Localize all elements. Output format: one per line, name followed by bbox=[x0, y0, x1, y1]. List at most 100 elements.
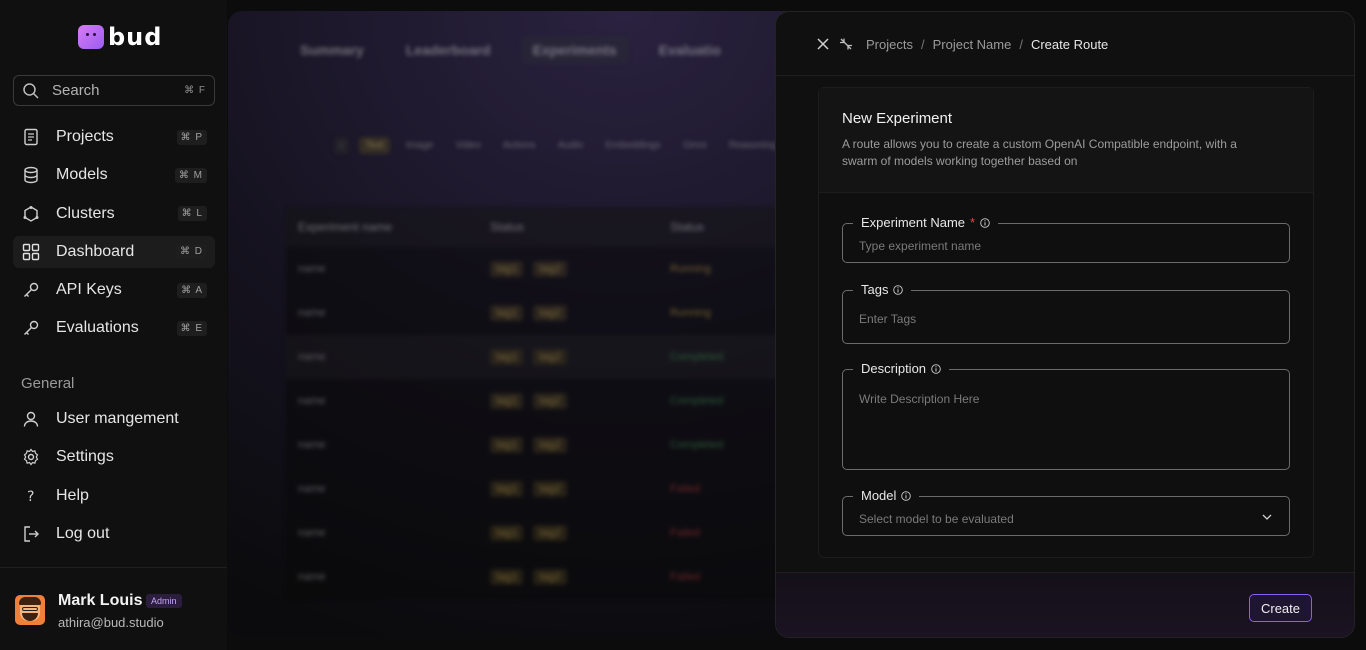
breadcrumb-separator: / bbox=[1019, 37, 1023, 52]
sidebar-item-logout[interactable]: Log out bbox=[13, 518, 215, 550]
table-row[interactable]: name tag1 tag2 Failed bbox=[286, 511, 806, 555]
field-legend: Experiment Name * bbox=[853, 215, 999, 230]
field-label: Description bbox=[861, 361, 927, 376]
table-header: Experiment name Status Status bbox=[286, 207, 806, 247]
database-icon bbox=[21, 165, 41, 185]
sidebar-item-label: User mangement bbox=[56, 410, 179, 427]
sidebar-item-settings[interactable]: Settings bbox=[13, 441, 215, 473]
drawer-footer: Create bbox=[776, 572, 1354, 637]
sidebar-item-help[interactable]: ? Help bbox=[13, 480, 215, 512]
experiment-form-card: New Experiment A route allows you to cre… bbox=[818, 87, 1314, 558]
tag: tag1 bbox=[490, 393, 524, 409]
table-row[interactable]: name tag1 tag2 Running bbox=[286, 291, 806, 335]
tag: tag1 bbox=[490, 305, 524, 321]
avatar bbox=[15, 595, 45, 625]
search-icon bbox=[23, 82, 39, 99]
sidebar-item-models[interactable]: Models ⌘ M bbox=[13, 159, 215, 191]
search-shortcut: ⌘ F bbox=[184, 85, 206, 96]
user-profile[interactable]: Mark Louis Admin athira@bud.studio bbox=[0, 567, 227, 650]
grid-icon bbox=[21, 242, 41, 262]
info-icon[interactable] bbox=[893, 284, 904, 295]
create-experiment-drawer: Projects / Project Name / Create Route N… bbox=[775, 11, 1355, 638]
sidebar: bud Search ⌘ F Projects ⌘ P Models ⌘ M C… bbox=[0, 0, 227, 650]
breadcrumb-project-name[interactable]: Project Name bbox=[933, 37, 1012, 52]
table-row[interactable]: name tag1 tag2 Failed bbox=[286, 555, 806, 599]
shortcut-badge: ⌘ A bbox=[177, 282, 207, 298]
filter-chip[interactable]: Actions bbox=[497, 137, 542, 154]
table-row[interactable]: name tag1 tag2 Completed bbox=[286, 423, 806, 467]
create-button[interactable]: Create bbox=[1249, 594, 1312, 622]
general-nav: User mangement Settings ? Help Log out bbox=[13, 403, 215, 556]
table-row[interactable]: name tag1 tag2 Completed bbox=[286, 335, 806, 379]
close-icon[interactable] bbox=[816, 37, 830, 51]
table-row[interactable]: name tag1 tag2 Running bbox=[286, 247, 806, 291]
tags-field[interactable]: Tags Enter Tags bbox=[842, 282, 1290, 344]
tab-experiments[interactable]: Experiments bbox=[520, 36, 629, 64]
experiment-name-field[interactable]: Experiment Name * Type experiment name bbox=[842, 215, 1290, 263]
sidebar-item-user-management[interactable]: User mangement bbox=[13, 403, 215, 435]
sidebar-item-label: Help bbox=[56, 486, 89, 504]
row-name: name bbox=[298, 439, 326, 451]
brand-name: bud bbox=[108, 23, 163, 51]
experiments-table: Experiment name Status Status name tag1 t… bbox=[286, 207, 806, 599]
document-icon bbox=[21, 127, 41, 147]
filter-chip[interactable]: Image bbox=[400, 137, 440, 154]
shortcut-badge: ⌘ D bbox=[176, 244, 207, 260]
tag: tag2 bbox=[533, 393, 567, 409]
row-name: name bbox=[298, 351, 326, 363]
field-label: Experiment Name bbox=[861, 215, 966, 230]
filter-chip[interactable]: Reasoning bbox=[723, 137, 783, 154]
field-legend: Model bbox=[853, 488, 920, 503]
tag: tag2 bbox=[533, 525, 567, 541]
logo[interactable]: bud bbox=[78, 25, 162, 49]
description-field[interactable]: Description Write Description Here bbox=[842, 361, 1290, 470]
field-legend: Description bbox=[853, 361, 950, 376]
sidebar-item-dashboard[interactable]: Dashboard ⌘ D bbox=[13, 235, 215, 268]
tag: tag2 bbox=[533, 569, 567, 585]
filter-chip[interactable]: Audio bbox=[552, 137, 590, 154]
column-header: Status bbox=[490, 220, 525, 234]
breadcrumb: Projects / Project Name / Create Route bbox=[866, 37, 1108, 52]
row-name: name bbox=[298, 263, 326, 275]
user-email: athira@bud.studio bbox=[58, 615, 164, 630]
required-mark: * bbox=[970, 215, 976, 230]
shortcut-badge: ⌘ E bbox=[176, 320, 207, 336]
form-header: New Experiment A route allows you to cre… bbox=[819, 88, 1313, 193]
sidebar-item-label: Log out bbox=[56, 524, 110, 542]
breadcrumb-current: Create Route bbox=[1030, 37, 1109, 52]
tab-evaluations[interactable]: Evaluatio bbox=[647, 36, 733, 64]
info-icon[interactable] bbox=[980, 217, 990, 228]
field-placeholder: Select model to be evaluated bbox=[859, 512, 1014, 526]
info-icon[interactable] bbox=[901, 490, 912, 501]
key-icon bbox=[21, 318, 41, 338]
table-row[interactable]: name tag1 tag2 Completed bbox=[286, 379, 806, 423]
tab-leaderboard[interactable]: Leaderboard bbox=[394, 36, 503, 64]
sidebar-item-clusters[interactable]: Clusters ⌘ L bbox=[13, 198, 215, 230]
search-input[interactable]: Search ⌘ F bbox=[13, 75, 215, 106]
sidebar-item-evaluations[interactable]: Evaluations ⌘ E bbox=[13, 312, 215, 344]
filter-chip[interactable]: Video bbox=[449, 137, 486, 154]
collapse-icon[interactable] bbox=[839, 37, 853, 51]
sidebar-item-api-keys[interactable]: API Keys ⌘ A bbox=[13, 274, 215, 306]
field-placeholder: Write Description Here bbox=[859, 392, 980, 406]
model-select[interactable]: Model Select model to be evaluated bbox=[842, 488, 1290, 536]
chevron-down-icon[interactable] bbox=[1261, 511, 1273, 523]
filter-chip[interactable]: Embeddings bbox=[599, 137, 667, 154]
sidebar-item-label: Dashboard bbox=[56, 242, 135, 260]
shortcut-badge: ⌘ M bbox=[174, 167, 207, 183]
field-label: Model bbox=[861, 488, 897, 503]
table-row[interactable]: name tag1 tag2 Failed bbox=[286, 467, 806, 511]
filter-chip[interactable]: Omni bbox=[677, 137, 713, 154]
tab-summary[interactable]: Summary bbox=[288, 36, 376, 64]
sidebar-item-label: Settings bbox=[56, 448, 114, 466]
shortcut-badge: ⌘ P bbox=[176, 129, 207, 145]
sidebar-item-projects[interactable]: Projects ⌘ P bbox=[13, 121, 215, 153]
breadcrumb-projects[interactable]: Projects bbox=[866, 37, 913, 52]
role-badge: Admin bbox=[146, 594, 182, 608]
modality-filter: ‹ Text Image Video Actions Audio Embeddi… bbox=[334, 137, 783, 154]
tag: tag2 bbox=[533, 437, 567, 453]
info-icon[interactable] bbox=[931, 363, 941, 374]
chevron-left-icon[interactable]: ‹ bbox=[334, 137, 350, 154]
filter-chip[interactable]: Text bbox=[359, 137, 390, 154]
field-placeholder: Type experiment name bbox=[859, 239, 982, 253]
